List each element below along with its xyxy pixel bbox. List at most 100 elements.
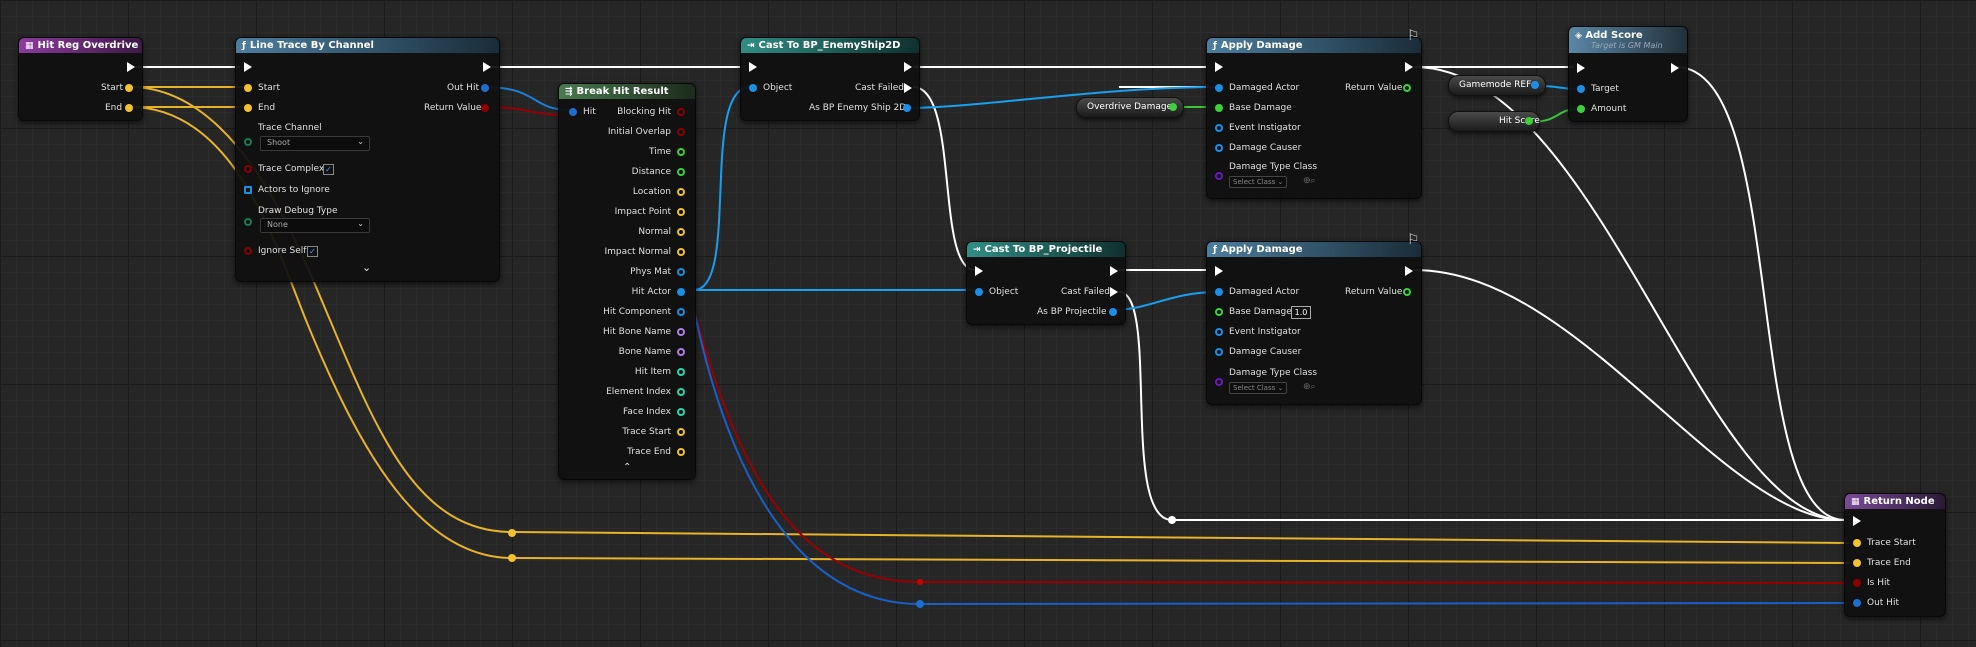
output-pin[interactable]	[677, 108, 685, 116]
output-pin[interactable]	[677, 188, 685, 196]
as-projectile-pin[interactable]	[1109, 308, 1117, 316]
base-damage-pin[interactable]	[1215, 308, 1223, 316]
exec-out-pin[interactable]	[1110, 266, 1118, 276]
damaged-actor-pin[interactable]	[1215, 288, 1223, 296]
hit-score-pin[interactable]	[1525, 117, 1533, 125]
trace-complex-checkbox[interactable]: ✓	[323, 164, 334, 175]
return-value-pin[interactable]	[1403, 288, 1411, 296]
object-in-pin[interactable]	[749, 84, 757, 92]
cast-enemy-node[interactable]: ⇥ Cast To BP_EnemyShip2D Object Cast Fail…	[740, 37, 920, 121]
apply-damage-node-2[interactable]: ƒ Apply Damage ⚐ Damaged Actor Return Val…	[1206, 232, 1422, 405]
trace-channel-pin[interactable]	[244, 138, 252, 146]
exec-out-pin[interactable]	[904, 62, 912, 72]
pin-label: Cast Failed	[1061, 287, 1110, 297]
output-pin[interactable]	[677, 388, 685, 396]
cast-failed-pin[interactable]	[1110, 287, 1118, 297]
exec-out-pin[interactable]	[1405, 62, 1413, 72]
exec-out-pin[interactable]	[1405, 266, 1413, 276]
output-pin[interactable]	[677, 288, 685, 296]
as-enemy-pin[interactable]	[903, 104, 911, 112]
trace-channel-select[interactable]: Shoot ⌄	[260, 136, 370, 151]
output-pin[interactable]	[677, 328, 685, 336]
overdrive-damage-pin[interactable]	[1169, 103, 1177, 111]
start-in-pin[interactable]	[244, 84, 252, 92]
end-pin[interactable]	[125, 104, 133, 112]
return-node[interactable]: ▦ Return Node Trace Start Trace End Is Hi…	[1844, 493, 1946, 617]
exec-in-pin[interactable]	[975, 266, 983, 276]
base-damage-input[interactable]: 1.0	[1291, 306, 1311, 319]
ignore-self-pin[interactable]	[244, 247, 252, 255]
trace-complex-pin[interactable]	[244, 165, 252, 173]
exec-in-pin[interactable]	[1215, 266, 1223, 276]
select-class-dropdown[interactable]: Select Class ⌄	[1229, 176, 1288, 188]
base-damage-pin[interactable]	[1215, 104, 1223, 112]
output-pin[interactable]	[677, 228, 685, 236]
exec-out-pin[interactable]	[127, 62, 135, 72]
output-pin[interactable]	[677, 248, 685, 256]
output-pin[interactable]	[677, 348, 685, 356]
trace-end-pin[interactable]	[1853, 559, 1861, 567]
node-header: ⇶ Break Hit Result	[559, 84, 695, 99]
output-pin[interactable]	[677, 168, 685, 176]
pin-label: As BP Projectile	[1037, 307, 1107, 317]
pin-label: Event Instigator	[1229, 327, 1301, 337]
browse-icon[interactable]: ⊕⌕	[1303, 176, 1316, 187]
out-hit-pin[interactable]	[1853, 599, 1861, 607]
overdrive-damage-getter[interactable]: Overdrive Damage	[1076, 97, 1184, 118]
amount-pin[interactable]	[1577, 105, 1585, 113]
output-pin[interactable]	[677, 408, 685, 416]
hit-score-getter[interactable]: Hit Score	[1448, 111, 1540, 132]
exec-out-pin[interactable]	[1671, 63, 1679, 73]
exec-in-pin[interactable]	[749, 62, 757, 72]
return-value-pin[interactable]	[1403, 84, 1411, 92]
gamemode-ref-pin[interactable]	[1531, 81, 1539, 89]
output-pin[interactable]	[677, 308, 685, 316]
exec-in-pin[interactable]	[244, 62, 252, 72]
damaged-actor-pin[interactable]	[1215, 84, 1223, 92]
cast-failed-pin[interactable]	[904, 83, 912, 93]
actors-to-ignore-pin[interactable]	[244, 186, 252, 194]
add-score-node[interactable]: ◈ Add Score Target is GM Main Target Amo…	[1568, 26, 1688, 122]
is-hit-pin[interactable]	[1853, 579, 1861, 587]
output-pin[interactable]	[677, 448, 685, 456]
output-pin[interactable]	[677, 368, 685, 376]
exec-in-pin[interactable]	[1853, 516, 1861, 526]
output-pin[interactable]	[677, 268, 685, 276]
object-in-pin[interactable]	[975, 288, 983, 296]
gamemode-ref-getter[interactable]: Gamemode REF	[1448, 75, 1546, 96]
pin-label: Hit	[583, 107, 596, 117]
output-pin[interactable]	[677, 208, 685, 216]
collapse-arrow-icon[interactable]: ⌃	[623, 462, 631, 473]
apply-damage-node-1[interactable]: ƒ Apply Damage ⚐ Damaged Actor Return Val…	[1206, 28, 1422, 199]
select-class-dropdown[interactable]: Select Class ⌄	[1229, 382, 1288, 394]
event-instigator-pin[interactable]	[1215, 124, 1223, 132]
ignore-self-checkbox[interactable]: ✓	[307, 246, 318, 257]
reroute-dot	[917, 579, 923, 585]
output-pin[interactable]	[677, 128, 685, 136]
end-in-pin[interactable]	[244, 104, 252, 112]
draw-debug-select[interactable]: None ⌄	[260, 218, 370, 233]
exec-in-pin[interactable]	[1577, 63, 1585, 73]
cast-projectile-node[interactable]: ⇥ Cast To BP_Projectile Object Cast Faile…	[966, 241, 1126, 325]
out-hit-pin[interactable]	[481, 84, 489, 92]
exec-in-pin[interactable]	[1215, 62, 1223, 72]
damage-type-class-pin[interactable]	[1215, 172, 1223, 180]
exec-out-pin[interactable]	[483, 62, 491, 72]
draw-debug-pin[interactable]	[244, 218, 252, 226]
return-value-pin[interactable]	[481, 104, 489, 112]
damage-causer-pin[interactable]	[1215, 348, 1223, 356]
browse-icon[interactable]: ⊕⌕	[1303, 382, 1316, 393]
output-pin[interactable]	[677, 428, 685, 436]
damage-causer-pin[interactable]	[1215, 144, 1223, 152]
start-pin[interactable]	[125, 84, 133, 92]
hit-in-pin[interactable]	[569, 108, 577, 116]
output-pin[interactable]	[677, 148, 685, 156]
expand-arrow-icon[interactable]: ⌄	[362, 262, 371, 273]
target-pin[interactable]	[1577, 85, 1585, 93]
break-hit-result-node[interactable]: ⇶ Break Hit Result Hit Blocking Hit Initia…	[558, 83, 696, 480]
event-instigator-pin[interactable]	[1215, 328, 1223, 336]
damage-type-class-pin[interactable]	[1215, 378, 1223, 386]
hit-reg-overdrive-node[interactable]: ▦ Hit Reg Overdrive Start End	[18, 37, 143, 121]
trace-start-pin[interactable]	[1853, 539, 1861, 547]
line-trace-node[interactable]: ƒ Line Trace By Channel Start End Out Hit…	[235, 37, 500, 282]
